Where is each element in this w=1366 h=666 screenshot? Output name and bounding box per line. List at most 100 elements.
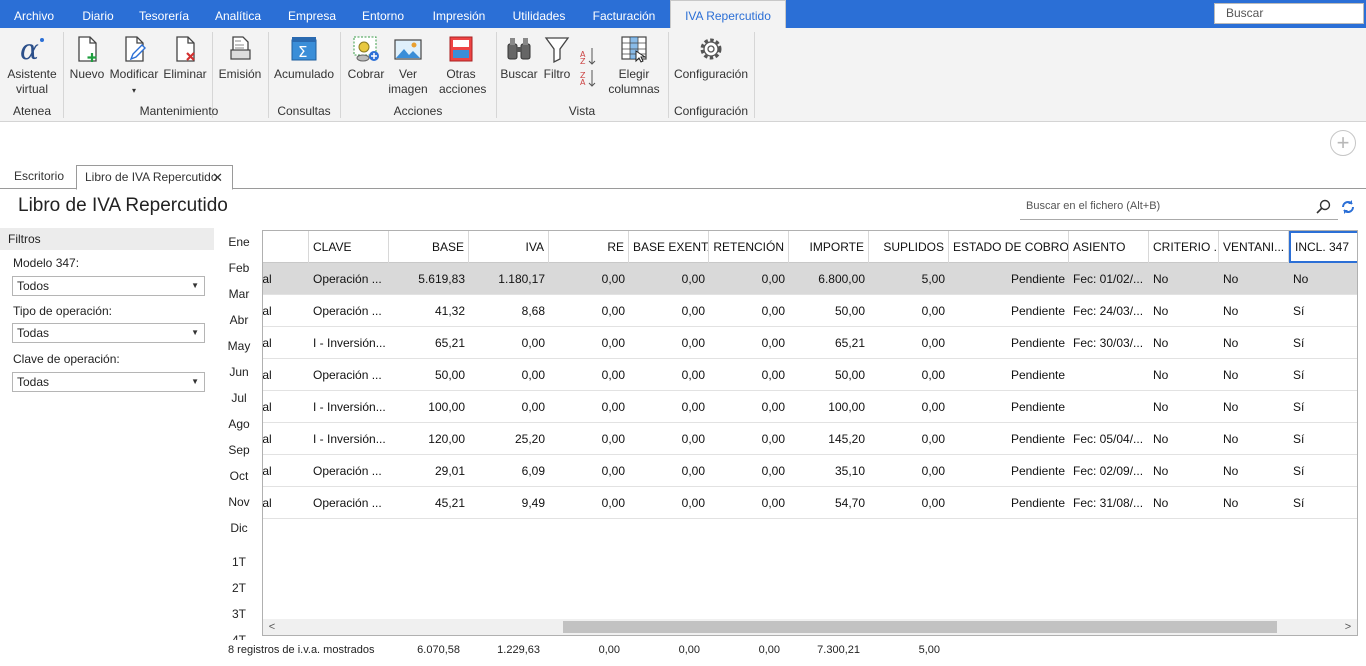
- ribbon-separator: [340, 32, 341, 118]
- table-row[interactable]: General I - Inversión... 120,00 25,20 0,00 0,…: [262, 423, 1357, 455]
- cell-retencion: 0,00: [761, 304, 785, 318]
- coins-icon: [353, 36, 379, 62]
- ver-imagen-button[interactable]: Ver imagen: [388, 34, 428, 97]
- month-sep[interactable]: Sep: [216, 443, 262, 457]
- cell-iva: 1.180,17: [498, 272, 545, 286]
- elegir-columnas-button[interactable]: Elegir columnas: [608, 34, 660, 97]
- month-nov[interactable]: Nov: [216, 495, 262, 509]
- filtro-button[interactable]: Filtro: [538, 34, 576, 82]
- tab-facturacion[interactable]: Facturación: [578, 0, 670, 28]
- modificar-button[interactable]: Modificar ▾: [106, 34, 162, 98]
- column-header-retencion[interactable]: RETENCIÓN: [709, 231, 789, 263]
- quarter-2t[interactable]: 2T: [216, 581, 262, 595]
- cell-re: 0,00: [601, 496, 625, 510]
- column-header-importe[interactable]: IMPORTE: [789, 231, 869, 263]
- column-header-asiento[interactable]: ASIENTO: [1069, 231, 1149, 263]
- tab-archivo[interactable]: Archivo: [0, 0, 68, 28]
- modelo-347-select[interactable]: Todos ▼: [12, 276, 205, 296]
- add-tab-button[interactable]: +: [1330, 130, 1356, 156]
- tab-libro-iva[interactable]: Libro de IVA Repercutido ✕: [76, 165, 233, 190]
- eliminar-label: Eliminar: [163, 67, 207, 81]
- table-row[interactable]: General Operación ... 50,00 0,00 0,00 0,00 0,0…: [263, 359, 1357, 391]
- tipo-operacion-select[interactable]: Todas ▼: [12, 323, 205, 343]
- column-header-suplidos[interactable]: SUPLIDOS: [869, 231, 949, 263]
- cobrar-label: Cobrar: [347, 67, 385, 81]
- acumulado-button[interactable]: Σ Acumulado: [272, 34, 336, 82]
- tab-utilidades[interactable]: Utilidades: [500, 0, 578, 28]
- column-header-clave[interactable]: CLAVE: [309, 231, 389, 263]
- table-row[interactable]: General Operación ... 45,21 9,49 0,00 0,00 0,0…: [263, 487, 1357, 519]
- cell-importe: 100,00: [828, 400, 865, 414]
- month-abr[interactable]: Abr: [216, 313, 262, 327]
- buscar-button[interactable]: Buscar: [500, 34, 538, 82]
- cell-retencion: 0,00: [761, 336, 785, 350]
- column-header-estado-cobro[interactable]: ESTADO DE COBRO: [949, 231, 1069, 263]
- configuracion-button[interactable]: Configuración: [672, 34, 750, 82]
- ver-imagen-label: Ver imagen: [388, 67, 428, 96]
- cell-criterio: No: [1153, 272, 1169, 286]
- column-header-incl-347[interactable]: INCL. 347: [1289, 231, 1357, 263]
- ribbon-separator: [63, 32, 64, 118]
- month-oct[interactable]: Oct: [216, 469, 262, 483]
- sort-buttons[interactable]: AZZA: [576, 44, 598, 92]
- new-document-icon: [78, 36, 97, 62]
- column-header-base[interactable]: BASE: [389, 231, 469, 263]
- cell-tipo: General: [262, 272, 272, 286]
- column-header-ventanilla[interactable]: VENTANI...: [1219, 231, 1289, 263]
- horizontal-scrollbar[interactable]: < >: [263, 619, 1357, 635]
- cobrar-button[interactable]: Cobrar: [344, 34, 388, 82]
- quarter-3t[interactable]: 3T: [216, 607, 262, 621]
- table-row[interactable]: General I - Inversión... 100,00 0,00 0,00 0,0…: [263, 391, 1357, 423]
- month-mar[interactable]: Mar: [216, 287, 262, 301]
- emision-button[interactable]: Emisión: [216, 34, 264, 82]
- cell-iva: 0,00: [521, 400, 545, 414]
- tab-iva-repercutido[interactable]: IVA Repercutido: [670, 0, 786, 28]
- cell-base: 50,00: [434, 368, 465, 382]
- tab-diario[interactable]: Diario: [68, 0, 128, 28]
- columns-icon: [621, 36, 647, 63]
- eliminar-button[interactable]: Eliminar: [162, 34, 208, 82]
- scroll-right-icon[interactable]: >: [1341, 619, 1355, 635]
- nuevo-button[interactable]: Nuevo: [68, 34, 106, 82]
- month-feb[interactable]: Feb: [216, 261, 262, 275]
- close-icon[interactable]: ✕: [212, 166, 223, 189]
- search-icon[interactable]: [1316, 199, 1332, 215]
- quarter-1t[interactable]: 1T: [216, 555, 262, 569]
- cell-tipo: General: [262, 432, 272, 446]
- file-search-input[interactable]: Buscar en el fichero (Alt+B): [1020, 196, 1354, 220]
- tab-tesoreria[interactable]: Tesorería: [128, 0, 200, 28]
- month-dic[interactable]: Dic: [216, 521, 262, 535]
- table-row[interactable]: General Operación ... 41,32 8,68 0,00 0,00 0,0…: [263, 295, 1357, 327]
- record-count: 8 registros de i.v.a. mostrados: [228, 644, 375, 656]
- chevron-down-icon: ▼: [191, 377, 199, 386]
- month-jun[interactable]: Jun: [216, 365, 262, 379]
- column-header-criterio[interactable]: CRITERIO ...: [1149, 231, 1219, 263]
- otras-acciones-button[interactable]: Otras acciones: [430, 34, 492, 97]
- tab-entorno[interactable]: Entorno: [348, 0, 418, 28]
- tab-empresa[interactable]: Empresa: [276, 0, 348, 28]
- scrollbar-thumb[interactable]: [563, 621, 1277, 633]
- clave-operacion-select[interactable]: Todas ▼: [12, 372, 205, 392]
- column-header-base-exenta[interactable]: BASE EXENTA: [629, 231, 709, 263]
- asistente-virtual-button[interactable]: α Asistente virtual: [4, 34, 60, 97]
- table-row[interactable]: General Operación ... 29,01 6,09 0,00 0,00 0,0…: [263, 455, 1357, 487]
- group-mantenimiento: Mantenimiento: [139, 104, 219, 118]
- cell-estado-cobro: Pendiente: [1010, 432, 1065, 446]
- column-header-tipo[interactable]: TIPO: [263, 231, 309, 263]
- column-header-re[interactable]: RE: [549, 231, 629, 263]
- month-ene[interactable]: Ene: [216, 235, 262, 249]
- tab-impresion[interactable]: Impresión: [418, 0, 500, 28]
- cell-importe: 50,00: [834, 304, 865, 318]
- tab-analitica[interactable]: Analítica: [200, 0, 276, 28]
- scroll-left-icon[interactable]: <: [265, 619, 279, 635]
- tab-escritorio[interactable]: Escritorio: [6, 165, 72, 189]
- refresh-icon[interactable]: [1340, 199, 1356, 215]
- global-search-input[interactable]: Buscar: [1214, 3, 1364, 24]
- column-header-iva[interactable]: IVA: [469, 231, 549, 263]
- table-row[interactable]: General Operación ... 5.619,83 1.180,17 0,00…: [262, 263, 1357, 295]
- month-ago[interactable]: Ago: [216, 417, 262, 431]
- month-jul[interactable]: Jul: [216, 391, 262, 405]
- table-row[interactable]: General I - Inversión... 65,21 0,00 0,00 0,00…: [263, 327, 1357, 359]
- month-may[interactable]: May: [216, 339, 262, 353]
- quarter-4t[interactable]: 4T: [216, 633, 262, 640]
